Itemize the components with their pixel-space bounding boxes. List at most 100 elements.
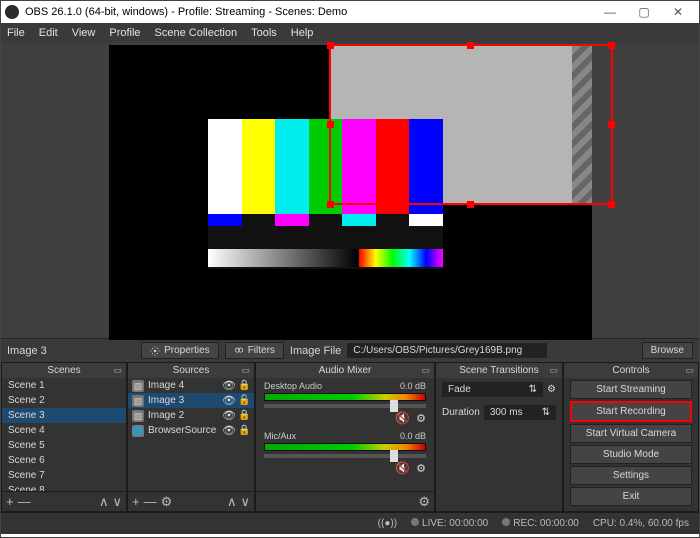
lock-icon[interactable]: 🔓 [238, 395, 250, 406]
volume-slider[interactable] [264, 404, 426, 408]
mixer-channel: Mic/Aux0.0 dB🔇⚙ [256, 428, 434, 478]
controls-panel: Controls▭ Start StreamingStart Recording… [563, 362, 699, 512]
transition-gear-icon[interactable]: ⚙ [547, 384, 556, 395]
lock-icon[interactable]: 🔒 [238, 380, 250, 391]
source-props-button[interactable]: ⚙ [161, 494, 173, 510]
lock-icon[interactable]: 🔒 [238, 425, 250, 436]
source-item[interactable]: ▧Image 3👁🔓 [128, 393, 254, 408]
volume-slider[interactable] [264, 454, 426, 458]
resize-handle[interactable] [327, 201, 334, 208]
menu-tools[interactable]: Tools [251, 27, 277, 39]
menu-profile[interactable]: Profile [109, 27, 140, 39]
scene-item[interactable]: Scene 8 [2, 483, 126, 491]
dock-icon[interactable]: ▭ [685, 365, 694, 376]
browse-button[interactable]: Browse [642, 342, 693, 359]
selection-box[interactable] [329, 44, 613, 205]
minimize-button[interactable]: — [593, 5, 627, 19]
visibility-icon[interactable]: 👁 [222, 379, 234, 392]
mute-icon[interactable]: 🔇 [395, 461, 410, 475]
duration-input[interactable]: 300 ms⇅ [484, 405, 556, 420]
sources-panel: Sources▭ ▧Image 4👁🔒▧Image 3👁🔓▧Image 2👁🔒🌐… [127, 362, 255, 512]
remove-scene-button[interactable]: — [18, 494, 31, 509]
control-button-settings[interactable]: Settings [570, 466, 692, 485]
properties-button[interactable]: Properties [141, 342, 219, 359]
channel-gear-icon[interactable]: ⚙ [416, 412, 426, 425]
close-button[interactable]: ✕ [661, 5, 695, 19]
scene-up-button[interactable]: ∧ [99, 494, 109, 510]
audio-meter [264, 443, 426, 451]
filters-button[interactable]: Filters [225, 342, 284, 359]
image-icon: ▧ [132, 380, 144, 392]
resize-handle[interactable] [467, 201, 474, 208]
window-title: OBS 26.1.0 (64-bit, windows) - Profile: … [25, 6, 593, 18]
visibility-icon[interactable]: 👁 [222, 424, 234, 437]
visibility-icon[interactable]: 👁 [222, 409, 234, 422]
scene-item[interactable]: Scene 3 [2, 408, 126, 423]
control-button-start-virtual-camera[interactable]: Start Virtual Camera [570, 424, 692, 443]
source-item[interactable]: ▧Image 2👁🔒 [128, 408, 254, 423]
scene-item[interactable]: Scene 5 [2, 438, 126, 453]
add-source-button[interactable]: + [132, 494, 140, 509]
mixer-channel: Desktop Audio0.0 dB🔇⚙ [256, 378, 434, 428]
mixer-gear-icon[interactable]: ⚙ [418, 494, 430, 510]
duration-label: Duration [442, 407, 480, 418]
scene-item[interactable]: Scene 1 [2, 378, 126, 393]
dock-icon[interactable]: ▭ [549, 365, 558, 376]
lock-icon[interactable]: 🔒 [238, 410, 250, 421]
transitions-panel: Scene Transitions▭ Fade⇅ ⚙ Duration 300 … [435, 362, 563, 512]
source-gradient [208, 249, 358, 267]
status-bar: ((●)) LIVE: 00:00:00 REC: 00:00:00 CPU: … [1, 512, 699, 534]
scene-item[interactable]: Scene 4 [2, 423, 126, 438]
preview-canvas[interactable] [109, 45, 592, 340]
live-status: LIVE: 00:00:00 [422, 518, 488, 529]
resize-handle[interactable] [467, 42, 474, 49]
source-item[interactable]: 🌐BrowserSource👁🔒 [128, 423, 254, 438]
menu-scene-collection[interactable]: Scene Collection [155, 27, 238, 39]
app-logo-icon [5, 5, 19, 19]
image-file-path[interactable]: C:/Users/OBS/Pictures/Grey169B.png [347, 343, 547, 358]
menu-edit[interactable]: Edit [39, 27, 58, 39]
scene-item[interactable]: Scene 2 [2, 393, 126, 408]
resize-handle[interactable] [327, 121, 334, 128]
add-scene-button[interactable]: + [6, 494, 14, 509]
source-up-button[interactable]: ∧ [227, 494, 237, 510]
live-dot-icon [411, 518, 419, 526]
scene-down-button[interactable]: ∨ [112, 494, 122, 510]
preview-area[interactable] [1, 43, 699, 338]
scenes-title: Scenes [47, 365, 80, 376]
scene-item[interactable]: Scene 7 [2, 468, 126, 483]
source-item[interactable]: ▧Image 4👁🔒 [128, 378, 254, 393]
menu-view[interactable]: View [72, 27, 96, 39]
filter-icon [234, 346, 244, 356]
visibility-icon[interactable]: 👁 [222, 394, 234, 407]
audio-mixer-panel: Audio Mixer▭ Desktop Audio0.0 dB🔇⚙Mic/Au… [255, 362, 435, 512]
connection-icon: ((●)) [378, 518, 397, 529]
properties-bar: Image 3 Properties Filters Image File C:… [1, 338, 699, 362]
control-button-start-streaming[interactable]: Start Streaming [570, 380, 692, 399]
dock-icon[interactable]: ▭ [421, 365, 430, 376]
scenes-panel: Scenes▭ Scene 1Scene 2Scene 3Scene 4Scen… [1, 362, 127, 512]
control-button-exit[interactable]: Exit [570, 487, 692, 506]
scene-item[interactable]: Scene 6 [2, 453, 126, 468]
menu-help[interactable]: Help [291, 27, 314, 39]
mute-icon[interactable]: 🔇 [395, 411, 410, 425]
chevron-up-down-icon: ⇅ [542, 407, 550, 418]
control-button-studio-mode[interactable]: Studio Mode [570, 445, 692, 464]
channel-name: Mic/Aux [264, 431, 296, 441]
source-down-button[interactable]: ∨ [240, 494, 250, 510]
resize-handle[interactable] [327, 42, 334, 49]
dock-icon[interactable]: ▭ [113, 365, 122, 376]
menu-file[interactable]: File [7, 27, 25, 39]
cpu-status: CPU: 0.4%, 60.00 fps [593, 518, 689, 529]
channel-gear-icon[interactable]: ⚙ [416, 462, 426, 475]
transition-select[interactable]: Fade⇅ [442, 382, 543, 397]
channel-name: Desktop Audio [264, 381, 322, 391]
maximize-button[interactable]: ▢ [627, 5, 661, 19]
resize-handle[interactable] [608, 121, 615, 128]
control-button-start-recording[interactable]: Start Recording [570, 401, 692, 422]
resize-handle[interactable] [608, 42, 615, 49]
resize-handle[interactable] [608, 201, 615, 208]
image-file-label: Image File [290, 345, 341, 357]
dock-icon[interactable]: ▭ [241, 365, 250, 376]
remove-source-button[interactable]: — [144, 494, 157, 509]
